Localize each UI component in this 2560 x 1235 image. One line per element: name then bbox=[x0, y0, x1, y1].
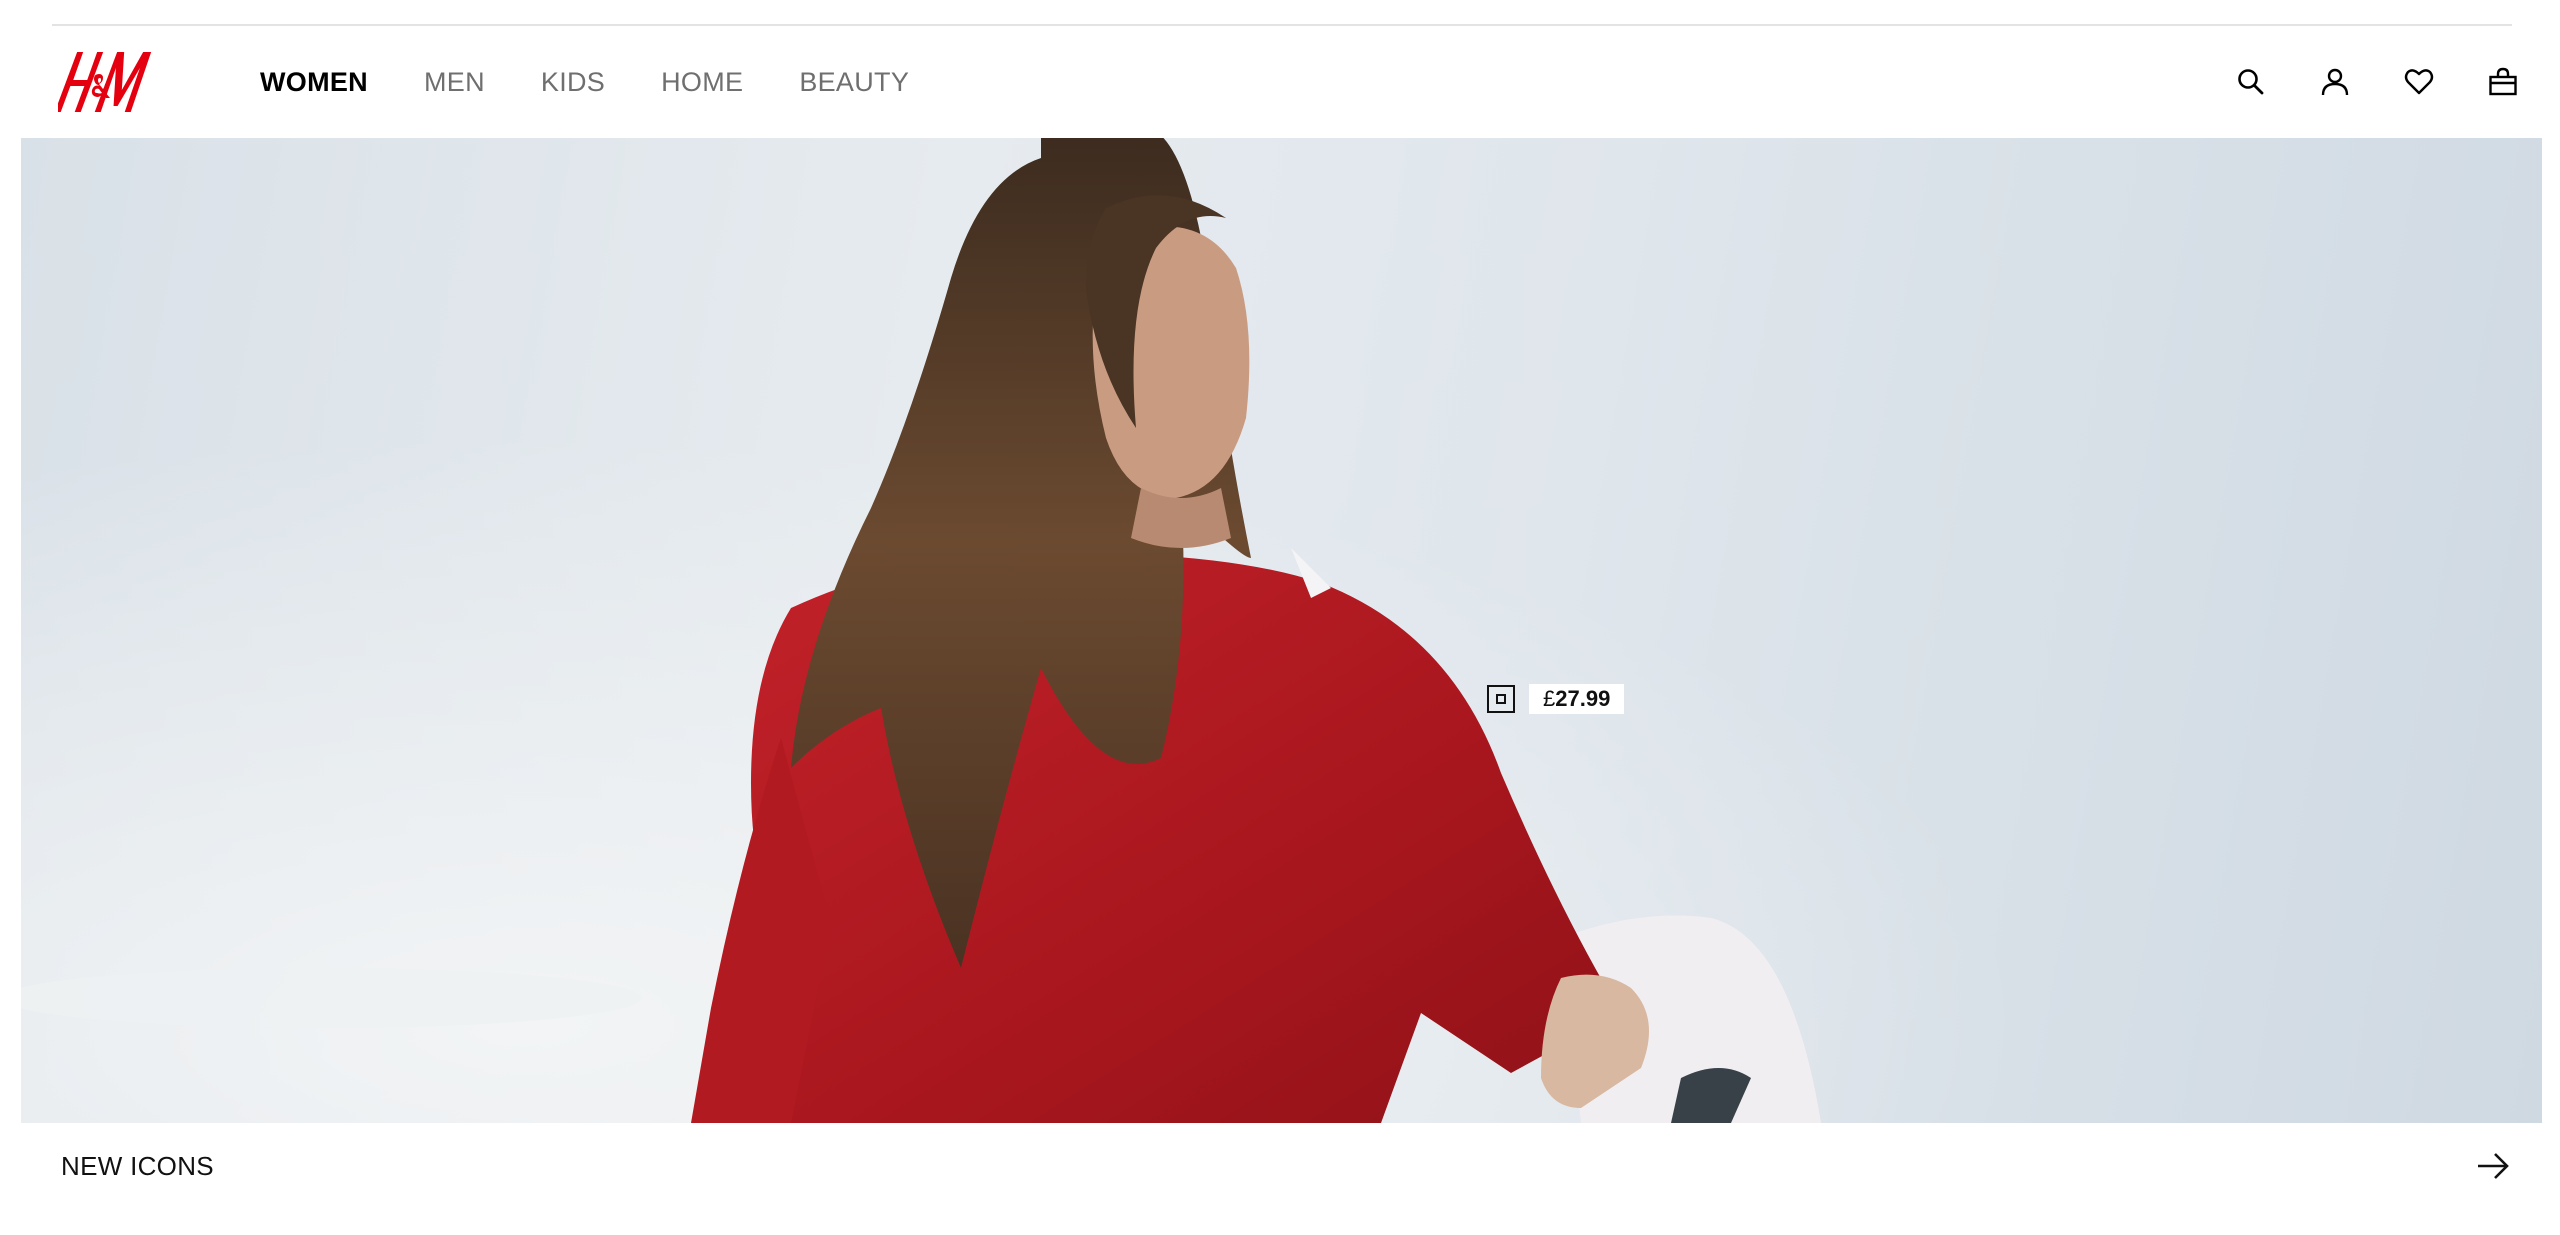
product-price[interactable]: £27.99 bbox=[1529, 684, 1625, 714]
account-button[interactable] bbox=[2318, 65, 2352, 99]
utility-icons bbox=[2234, 26, 2520, 138]
hm-logo-mark bbox=[54, 52, 152, 112]
favorites-icon bbox=[2404, 69, 2434, 95]
price-amount: 27.99 bbox=[1555, 686, 1611, 711]
nav-item-men[interactable]: MEN bbox=[424, 67, 485, 98]
site-header: WOMEN MEN KIDS HOME BEAUTY bbox=[0, 26, 2560, 138]
arrow-right-icon[interactable] bbox=[2474, 1147, 2512, 1185]
shopping-bag-icon bbox=[2489, 67, 2517, 96]
nav-item-beauty[interactable]: BEAUTY bbox=[799, 67, 909, 98]
main-navigation: WOMEN MEN KIDS HOME BEAUTY bbox=[260, 26, 909, 138]
search-icon bbox=[2238, 69, 2264, 95]
product-hotspot-icon[interactable] bbox=[1487, 685, 1515, 713]
search-button[interactable] bbox=[2234, 65, 2268, 99]
section-link-bar[interactable]: NEW ICONS bbox=[0, 1123, 2560, 1209]
nav-item-kids[interactable]: KIDS bbox=[541, 67, 605, 98]
hero-banner[interactable]: £27.99 bbox=[21, 138, 2542, 1123]
price-currency: £ bbox=[1543, 686, 1556, 711]
account-icon bbox=[2321, 68, 2349, 96]
section-label: NEW ICONS bbox=[61, 1150, 214, 1181]
favorites-button[interactable] bbox=[2402, 65, 2436, 99]
nav-item-women[interactable]: WOMEN bbox=[260, 67, 368, 98]
product-tag[interactable]: £27.99 bbox=[1487, 684, 1625, 714]
hero-image bbox=[21, 138, 2542, 1123]
shopping-bag-button[interactable] bbox=[2486, 65, 2520, 99]
nav-item-home[interactable]: HOME bbox=[661, 67, 743, 98]
hm-logo[interactable] bbox=[54, 46, 152, 118]
